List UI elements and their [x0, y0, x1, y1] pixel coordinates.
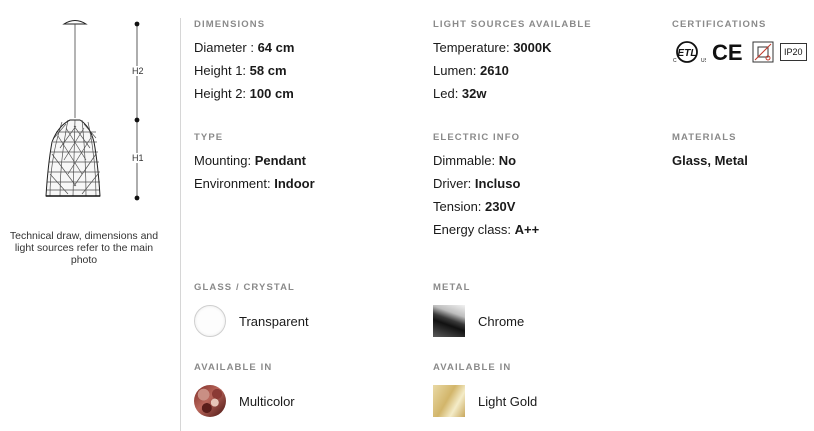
svg-text:US: US: [701, 58, 706, 64]
transparent-label: Transparent: [239, 313, 309, 329]
ce-mark-icon: CE: [712, 40, 746, 64]
svg-text:CE: CE: [712, 40, 743, 64]
light-led: Led: 32w: [433, 86, 487, 101]
electric-info-heading: ELECTRIC INFO: [433, 132, 521, 143]
multicolor-swatch[interactable]: [194, 385, 226, 417]
metal-option-chrome[interactable]: Chrome: [433, 305, 524, 337]
certifications-heading: CERTIFICATIONS: [672, 19, 767, 30]
electric-info-section: ELECTRIC INFO Dimmable: No Driver: Inclu…: [433, 132, 539, 238]
multicolor-label: Multicolor: [239, 393, 295, 409]
materials-section: MATERIALS Glass, Metal: [672, 132, 748, 169]
available-in-metal-section: AVAILABLE IN Light Gold: [433, 362, 537, 417]
dimensions-heading: DIMENSIONS: [194, 19, 266, 30]
type-environment: Environment: Indoor: [194, 176, 315, 191]
svg-text:C: C: [673, 58, 677, 64]
electric-tension: Tension: 230V: [433, 199, 516, 214]
available-in-glass-heading: AVAILABLE IN: [194, 362, 273, 373]
electric-driver: Driver: Incluso: [433, 176, 521, 191]
transparent-swatch[interactable]: [194, 305, 226, 337]
dimension-height-2: Height 2: 100 cm: [194, 86, 294, 101]
materials-value: Glass, Metal: [672, 153, 748, 168]
glass-option-transparent[interactable]: Transparent: [194, 305, 309, 337]
type-section: TYPE Mounting: Pendant Environment: Indo…: [194, 132, 315, 192]
pendant-lamp-drawing: [45, 20, 140, 201]
electric-energy-class: Energy class: A++: [433, 222, 540, 237]
h2-label: H2: [132, 66, 144, 76]
drawing-caption: Technical draw, dimensions and light sou…: [9, 230, 159, 266]
dimension-height-1: Height 1: 58 cm: [194, 63, 287, 78]
h1-label: H1: [132, 153, 144, 163]
technical-drawing: H2 H1: [20, 14, 170, 214]
available-in-glass-section: AVAILABLE IN Multicolor: [194, 362, 295, 417]
light-sources-heading: LIGHT SOURCES AVAILABLE: [433, 19, 592, 30]
light-gold-swatch[interactable]: [433, 385, 465, 417]
chrome-label: Chrome: [478, 313, 525, 329]
vertical-divider: [180, 18, 181, 431]
metal-heading: METAL: [433, 282, 471, 293]
light-temperature: Temperature: 3000K: [433, 40, 552, 55]
chrome-swatch[interactable]: [433, 305, 465, 337]
dimensions-section: DIMENSIONS Diameter : 64 cm Height 1: 58…: [194, 19, 294, 102]
glass-option-multicolor[interactable]: Multicolor: [194, 385, 295, 417]
dimension-diameter: Diameter : 64 cm: [194, 40, 295, 55]
light-lumen: Lumen: 2610: [433, 63, 509, 78]
materials-heading: MATERIALS: [672, 132, 737, 143]
light-sources-section: LIGHT SOURCES AVAILABLE Temperature: 300…: [433, 19, 592, 102]
ip-rating-badge: IP20: [780, 43, 807, 61]
glass-crystal-heading: GLASS / CRYSTAL: [194, 282, 295, 293]
available-in-metal-heading: AVAILABLE IN: [433, 362, 512, 373]
etl-listed-icon: ETL US C: [672, 40, 706, 64]
certifications-section: CERTIFICATIONS ETL US C CE IP20: [672, 19, 807, 64]
glass-crystal-section: GLASS / CRYSTAL Transparent: [194, 282, 309, 337]
type-heading: TYPE: [194, 132, 224, 143]
class-ii-insulation-icon: [752, 41, 774, 63]
type-mounting: Mounting: Pendant: [194, 153, 306, 168]
metal-section: METAL Chrome: [433, 282, 524, 337]
svg-text:ETL: ETL: [678, 48, 697, 59]
metal-option-light-gold[interactable]: Light Gold: [433, 385, 537, 417]
electric-dimmable: Dimmable: No: [433, 153, 517, 168]
light-gold-label: Light Gold: [478, 393, 538, 409]
